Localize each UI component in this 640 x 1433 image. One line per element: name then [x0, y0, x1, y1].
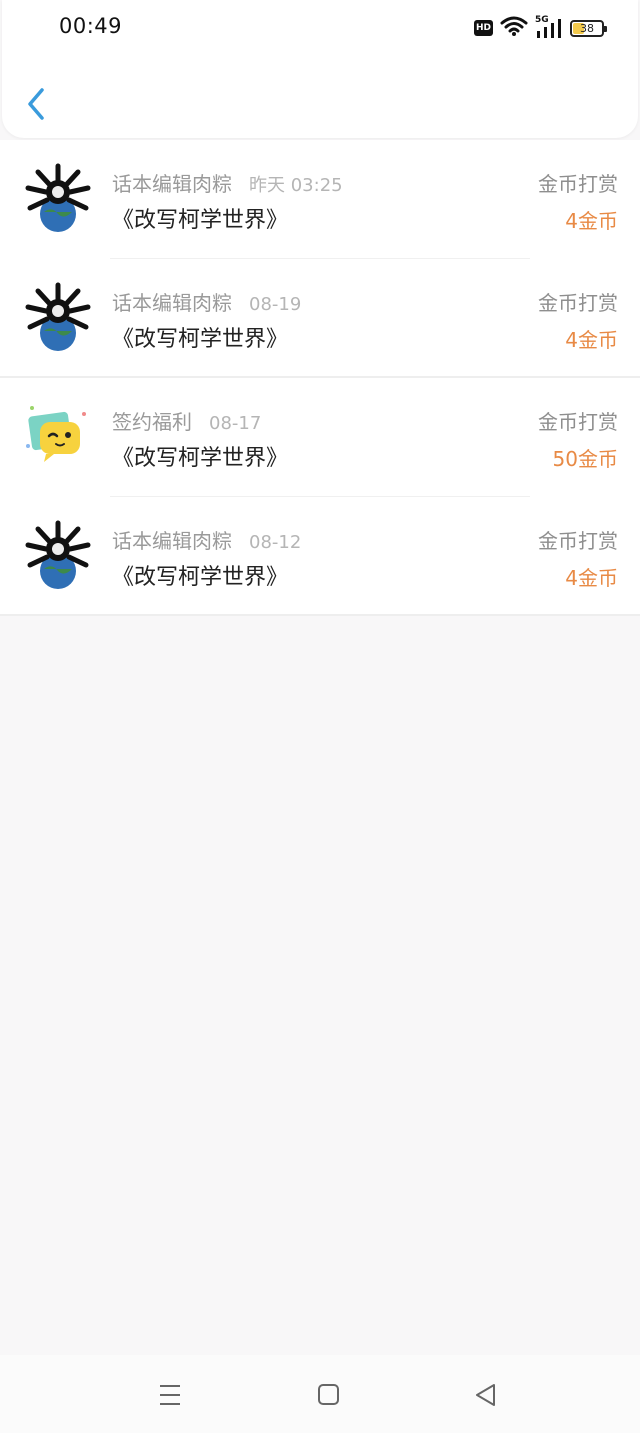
back-button[interactable]	[20, 84, 54, 124]
item-time: 08-17	[209, 413, 262, 434]
reward-type: 金币打赏	[538, 172, 618, 196]
item-time: 08-12	[249, 532, 302, 553]
globe-spider-avatar	[25, 163, 91, 232]
reward-type: 金币打赏	[538, 529, 618, 553]
item-time: 08-19	[249, 294, 302, 315]
status-icons: HD 5G 38	[474, 15, 607, 41]
globe-spider-avatar	[25, 520, 91, 589]
nav-back-button[interactable]	[468, 1377, 504, 1413]
list-item[interactable]: 话本编辑肉粽 08-19 《改写柯学世界》 金币打赏 4金币	[0, 259, 640, 378]
reward-amount: 4金币	[565, 328, 618, 352]
item-meta: 签约福利 08-17	[112, 406, 261, 435]
wifi-icon	[500, 15, 528, 41]
chevron-left-icon	[28, 88, 44, 120]
wink-chat-bubble-avatar	[26, 406, 86, 462]
globe-spider-avatar	[25, 282, 91, 351]
sender-name: 话本编辑肉粽	[112, 172, 232, 196]
sender-name: 签约福利	[112, 410, 192, 434]
menu-button[interactable]	[152, 1377, 188, 1413]
reward-type: 金币打赏	[538, 291, 618, 315]
reward-amount: 4金币	[565, 209, 618, 233]
reward-amount: 4金币	[565, 566, 618, 590]
list-item[interactable]: 签约福利 08-17 《改写柯学世界》 金币打赏 50金币	[0, 378, 640, 497]
hd-icon: HD	[474, 20, 493, 36]
book-title: 《改写柯学世界》	[112, 446, 289, 471]
reward-type: 金币打赏	[538, 410, 618, 434]
item-meta: 话本编辑肉粽 08-12	[112, 525, 301, 554]
screen: 00:49 HD 5G 38 话本编辑肉粽 昨天 03:25 《改写柯学世界》 …	[0, 0, 640, 1433]
divider	[0, 614, 640, 616]
battery-icon: 38	[570, 19, 607, 37]
system-nav-bar	[0, 1355, 640, 1433]
reward-list: 话本编辑肉粽 昨天 03:25 《改写柯学世界》 金币打赏 4金币 话本编辑肉粽…	[0, 140, 640, 616]
menu-icon	[160, 1385, 180, 1405]
home-button[interactable]	[310, 1377, 346, 1413]
reward-amount: 50金币	[552, 447, 618, 471]
battery-level: 38	[580, 21, 594, 35]
item-time: 昨天 03:25	[249, 175, 343, 196]
book-title: 《改写柯学世界》	[112, 565, 289, 590]
home-icon	[318, 1384, 339, 1405]
status-time: 00:49	[59, 14, 123, 38]
list-item[interactable]: 话本编辑肉粽 08-12 《改写柯学世界》 金币打赏 4金币	[0, 497, 640, 616]
sender-name: 话本编辑肉粽	[112, 291, 232, 315]
sender-name: 话本编辑肉粽	[112, 529, 232, 553]
item-meta: 话本编辑肉粽 昨天 03:25	[112, 168, 343, 197]
signal-icon: 5G	[535, 15, 563, 39]
back-triangle-icon	[476, 1384, 495, 1406]
header: 00:49 HD 5G 38	[2, 0, 638, 138]
item-meta: 话本编辑肉粽 08-19	[112, 287, 301, 316]
list-item[interactable]: 话本编辑肉粽 昨天 03:25 《改写柯学世界》 金币打赏 4金币	[0, 140, 640, 259]
book-title: 《改写柯学世界》	[112, 208, 289, 233]
book-title: 《改写柯学世界》	[112, 327, 289, 352]
